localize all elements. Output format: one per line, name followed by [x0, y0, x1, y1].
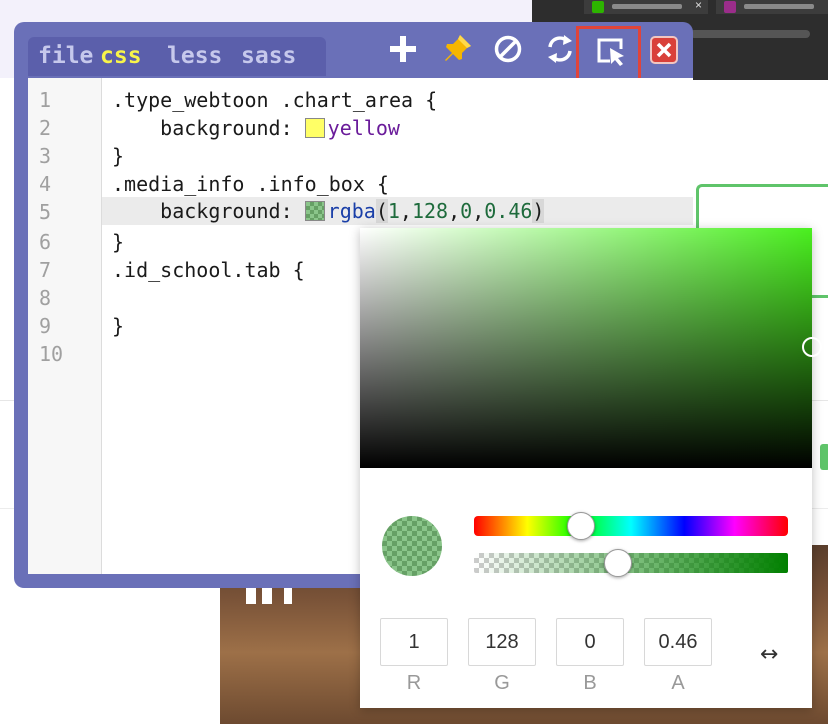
code-line[interactable]: } — [112, 144, 124, 168]
favicon-icon — [724, 1, 736, 13]
code-line[interactable]: } — [112, 314, 124, 338]
blue-channel-input[interactable] — [556, 618, 624, 666]
green-channel-label: G — [494, 672, 510, 694]
line-number: 7 — [39, 258, 52, 282]
red-channel-input[interactable] — [380, 618, 448, 666]
color-preview — [382, 516, 442, 576]
line-number: 10 — [39, 342, 64, 366]
editor-tab-bar: file css less sass — [28, 37, 326, 76]
alpha-channel-label: A — [671, 672, 685, 694]
background-green-button[interactable] — [820, 444, 828, 470]
background-url-bar[interactable] — [690, 30, 810, 38]
background-browser-tab[interactable]: × — [584, 0, 708, 14]
swap-format-icon[interactable]: ↔ — [760, 642, 778, 667]
alpha-slider-handle[interactable] — [604, 549, 633, 577]
line-number: 2 — [39, 116, 52, 140]
alpha-slider[interactable] — [474, 549, 788, 577]
line-number: 9 — [39, 314, 52, 338]
naver-favicon-icon — [592, 1, 604, 13]
code-line[interactable]: background: yellow — [112, 116, 400, 140]
line-number-gutter: 1 2 3 4 5 6 7 8 9 10 — [28, 78, 102, 574]
tab-sass[interactable]: sass — [241, 43, 296, 69]
select-element-button[interactable] — [594, 34, 628, 68]
hue-slider[interactable] — [474, 512, 788, 540]
close-editor-button[interactable] — [650, 36, 678, 64]
line-number: 5 — [39, 200, 52, 224]
plus-icon — [390, 36, 416, 62]
code-line[interactable]: .id_school.tab { — [112, 258, 305, 282]
disable-icon — [494, 35, 522, 63]
line-number: 8 — [39, 286, 52, 310]
tab-file[interactable]: file — [38, 43, 93, 69]
refresh-icon — [548, 35, 572, 63]
saturation-value-handle[interactable] — [802, 337, 822, 357]
line-number: 6 — [39, 230, 52, 254]
code-line[interactable]: .media_info .info_box { — [112, 172, 389, 196]
code-line[interactable]: .type_webtoon .chart_area { — [112, 88, 437, 112]
blue-channel-label: B — [583, 672, 597, 694]
background-browser-tab[interactable] — [716, 0, 828, 14]
line-number: 3 — [39, 144, 52, 168]
close-icon[interactable]: × — [695, 0, 702, 12]
select-element-icon — [597, 38, 624, 66]
line-number: 4 — [39, 172, 52, 196]
pin-icon — [445, 35, 471, 61]
disable-button[interactable] — [491, 32, 525, 66]
saturation-value-field[interactable] — [360, 228, 822, 468]
refresh-button[interactable] — [543, 32, 577, 66]
green-channel-input[interactable] — [468, 618, 536, 666]
color-picker-popup: R G B A ↔ — [360, 228, 822, 708]
color-value: yellow — [327, 116, 400, 140]
code-line-active[interactable]: background: rgba(1,128,0,0.46) — [102, 197, 693, 225]
hue-slider-handle[interactable] — [566, 512, 595, 540]
red-channel-label: R — [406, 672, 422, 694]
function-name: rgba — [327, 199, 376, 223]
alpha-channel-input[interactable] — [644, 618, 712, 666]
line-number: 1 — [39, 88, 52, 112]
close-icon — [656, 42, 672, 58]
pin-button[interactable] — [440, 32, 474, 66]
tab-less[interactable]: less — [167, 43, 222, 69]
color-swatch-yellow[interactable] — [304, 118, 325, 138]
code-line[interactable]: } — [112, 230, 124, 254]
add-button[interactable] — [386, 32, 420, 66]
tab-css[interactable]: css — [100, 43, 142, 69]
color-swatch-rgba[interactable] — [304, 201, 325, 221]
